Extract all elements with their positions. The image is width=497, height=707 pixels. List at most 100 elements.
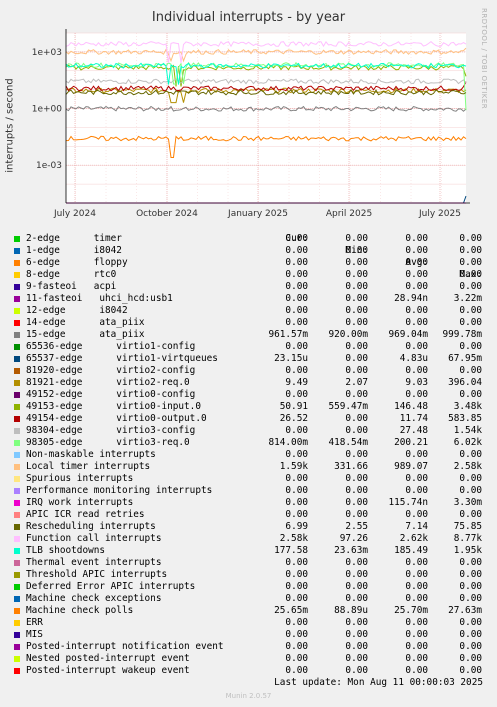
legend-min-value: 0.00 <box>345 653 368 664</box>
legend-row: 49154-edge virtio0-output.0 26.52 0.00 11.7… <box>12 413 492 425</box>
legend-row: Machine check polls 25.65m 88.89u 25.70m 27.… <box>12 605 492 617</box>
legend-avg-value: 0.00 <box>405 509 428 520</box>
legend-series-name: 49153-edge virtio0-input.0 <box>26 401 201 412</box>
legend-series-name: 15-edge ata_piix <box>26 329 145 340</box>
legend-cur-value: 23.15u <box>274 353 308 364</box>
legend-avg-value: 4.83u <box>399 353 428 364</box>
x-tick-label: April 2025 <box>326 209 372 219</box>
legend-max-value: 0.00 <box>459 449 482 460</box>
legend-avg-value: 969.04m <box>388 329 428 340</box>
legend-avg-value: 0.00 <box>405 269 428 280</box>
legend-cur-value: 0.00 <box>285 617 308 628</box>
legend-cur-value: 0.00 <box>285 341 308 352</box>
legend-cur-value: 0.00 <box>285 293 308 304</box>
legend-row: ERR 0.00 0.00 0.00 0.00 <box>12 617 492 629</box>
legend-avg-value: 0.00 <box>405 581 428 592</box>
legend-min-value: 0.00 <box>345 569 368 580</box>
chart: 1e+03 1e+00 1e-03 July 2024 October 2024 Janu… <box>32 29 470 219</box>
legend-max-value: 0.00 <box>459 665 482 676</box>
legend-min-value: 0.00 <box>345 665 368 676</box>
legend-row: Spurious interrupts 0.00 0.00 0.00 0.00 <box>12 473 492 485</box>
legend-series-name: 65536-edge virtio1-config <box>26 341 196 352</box>
legend-avg-value: 25.70m <box>394 605 428 616</box>
y-tick-label: 1e+03 <box>32 48 62 58</box>
legend-max-value: 0.00 <box>459 581 482 592</box>
legend-cur-value: 814.00m <box>268 437 308 448</box>
legend-min-value: 0.00 <box>345 305 368 316</box>
legend-row: Machine check exceptions 0.00 0.00 0.00 0.00 <box>12 593 492 605</box>
legend-avg-value: 0.00 <box>405 233 428 244</box>
legend-avg-value: 28.94n <box>394 293 428 304</box>
legend-avg-value: 0.00 <box>405 317 428 328</box>
legend-row: Deferred Error APIC interrupts 0.00 0.00 0.… <box>12 581 492 593</box>
legend-cur-value: 0.00 <box>285 473 308 484</box>
legend-avg-value: 0.00 <box>405 389 428 400</box>
legend-avg-value: 115.74n <box>388 497 428 508</box>
legend-cur-value: 961.57m <box>268 329 308 340</box>
legend-row: 8-edge rtc0 0.00 0.00 0.00 0.00 <box>12 269 492 281</box>
legend-row: IRQ work interrupts 0.00 0.00 115.74n 3.30m <box>12 497 492 509</box>
legend-cur-value: 177.58 <box>274 545 308 556</box>
legend-row: 49152-edge virtio0-config 0.00 0.00 0.00 0.0… <box>12 389 492 401</box>
legend-max-value: 1.54k <box>453 425 482 436</box>
legend-series-name: 12-edge i8042 <box>26 305 128 316</box>
legend-min-value: 0.00 <box>345 245 368 256</box>
legend-row: Threshold APIC interrupts 0.00 0.00 0.00 0.0… <box>12 569 492 581</box>
legend-cur-value: 0.00 <box>285 305 308 316</box>
legend-series-name: 98304-edge virtio3-config <box>26 425 196 436</box>
legend-row: 11-fasteoi uhci_hcd:usb1 0.00 0.00 28.94n 3.… <box>12 293 492 305</box>
legend-min-value: 331.66 <box>334 461 368 472</box>
legend-series-name: Machine check polls <box>26 605 134 616</box>
legend-swatch <box>14 428 20 434</box>
legend-min-value: 0.00 <box>345 593 368 604</box>
legend-max-value: 0.00 <box>459 569 482 580</box>
legend-avg-value: 0.00 <box>405 569 428 580</box>
legend-max-value: 0.00 <box>459 245 482 256</box>
legend-min-value: 2.07 <box>345 377 368 388</box>
legend-series-name: Nested posted-interrupt event <box>26 653 190 664</box>
legend-min-value: 0.00 <box>345 449 368 460</box>
legend-swatch <box>14 332 20 338</box>
legend-max-value: 27.63m <box>448 605 482 616</box>
legend-avg-value: 989.07 <box>394 461 428 472</box>
legend-swatch <box>14 548 20 554</box>
legend-cur-value: 0.00 <box>285 653 308 664</box>
legend-row: 98305-edge virtio3-req.0 814.00m 418.54m 20… <box>12 437 492 449</box>
legend-swatch <box>14 344 20 350</box>
legend-row: APIC ICR read retries 0.00 0.00 0.00 0.00 <box>12 509 492 521</box>
legend-cur-value: 0.00 <box>285 269 308 280</box>
legend-row: Nested posted-interrupt event 0.00 0.00 0.0… <box>12 653 492 665</box>
legend-max-value: 0.00 <box>459 389 482 400</box>
last-update: Last update: Mon Aug 11 00:00:03 2025 <box>274 677 483 688</box>
legend-cur-value: 0.00 <box>285 257 308 268</box>
legend-row: 81921-edge virtio2-req.0 9.49 2.07 9.03 396.… <box>12 377 492 389</box>
legend-min-value: 0.00 <box>345 269 368 280</box>
legend-swatch <box>14 284 20 290</box>
legend-max-value: 6.02k <box>453 437 482 448</box>
legend-swatch <box>14 464 20 470</box>
legend-min-value: 0.00 <box>345 293 368 304</box>
legend-cur-value: 0.00 <box>285 641 308 652</box>
legend-series-name: TLB shootdowns <box>26 545 106 556</box>
legend-max-value: 999.78m <box>442 329 482 340</box>
legend-rows: 2-edge timer 0.00 0.00 0.00 0.00 1-edge i8042… <box>12 233 492 677</box>
legend-series-name: ERR <box>26 617 43 628</box>
legend-avg-value: 2.62k <box>399 533 428 544</box>
legend-cur-value: 0.00 <box>285 245 308 256</box>
legend-avg-value: 9.03 <box>405 377 428 388</box>
legend-avg-value: 7.14 <box>405 521 428 532</box>
legend-avg-value: 0.00 <box>405 485 428 496</box>
legend-series-name: Posted-interrupt wakeup event <box>26 665 190 676</box>
legend-cur-value: 26.52 <box>279 413 308 424</box>
legend-min-value: 0.00 <box>345 341 368 352</box>
legend-swatch <box>14 512 20 518</box>
legend-min-value: 0.00 <box>345 509 368 520</box>
legend-max-value: 0.00 <box>459 593 482 604</box>
plot-background <box>66 33 466 203</box>
legend-row: TLB shootdowns 177.58 23.63m 185.49 1.95k <box>12 545 492 557</box>
legend-max-value: 0.00 <box>459 509 482 520</box>
legend-cur-value: 50.91 <box>279 401 308 412</box>
legend-min-value: 0.00 <box>345 365 368 376</box>
legend-swatch <box>14 500 20 506</box>
legend-row: Function call interrupts 2.58k 97.26 2.62k 8… <box>12 533 492 545</box>
